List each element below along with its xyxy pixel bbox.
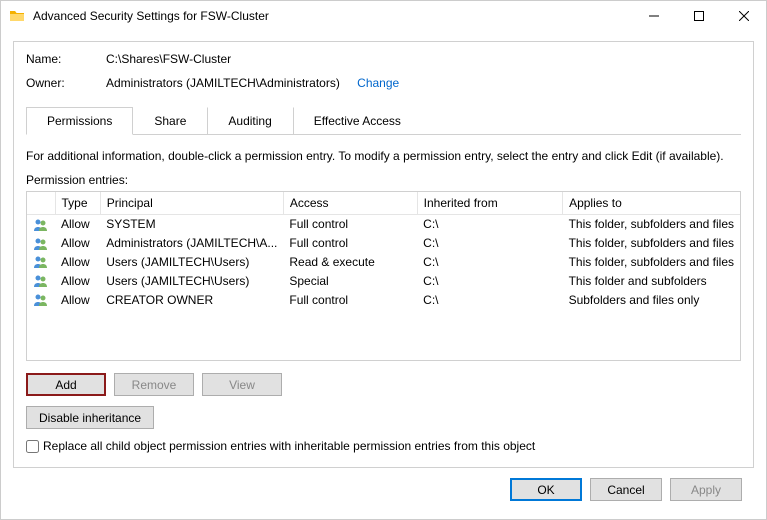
add-button[interactable]: Add xyxy=(26,373,106,396)
owner-value: Administrators (JAMILTECH\Administrators… xyxy=(106,76,741,90)
replace-checkbox-row[interactable]: Replace all child object permission entr… xyxy=(26,439,741,453)
owner-row: Owner: Administrators (JAMILTECH\Adminis… xyxy=(26,76,741,90)
cell-access: Full control xyxy=(283,234,417,253)
cell-access: Full control xyxy=(283,290,417,309)
table-row[interactable]: AllowUsers (JAMILTECH\Users)SpecialC:\Th… xyxy=(27,271,740,290)
cell-inherited: C:\ xyxy=(417,215,562,234)
users-icon xyxy=(27,253,55,272)
disable-inheritance-button[interactable]: Disable inheritance xyxy=(26,406,154,429)
cell-principal: SYSTEM xyxy=(100,215,283,234)
permission-entries-label: Permission entries: xyxy=(26,173,741,187)
cell-type: Allow xyxy=(55,290,100,309)
cell-principal: CREATOR OWNER xyxy=(100,290,283,309)
minimize-button[interactable] xyxy=(631,2,676,31)
entry-buttons: Add Remove View xyxy=(26,373,741,396)
name-row: Name: C:\Shares\FSW-Cluster xyxy=(26,52,741,66)
cell-inherited: C:\ xyxy=(417,290,562,309)
folder-icon xyxy=(9,8,25,24)
users-icon xyxy=(27,215,55,234)
cell-inherited: C:\ xyxy=(417,271,562,290)
replace-checkbox[interactable] xyxy=(26,440,39,453)
permission-entries-table[interactable]: Type Principal Access Inherited from App… xyxy=(26,191,741,361)
view-button: View xyxy=(202,373,282,396)
users-icon xyxy=(27,290,55,309)
cell-access: Read & execute xyxy=(283,253,417,272)
cell-access: Special xyxy=(283,271,417,290)
cell-inherited: C:\ xyxy=(417,234,562,253)
main-panel: Name: C:\Shares\FSW-Cluster Owner: Admin… xyxy=(13,41,754,468)
cell-principal: Users (JAMILTECH\Users) xyxy=(100,271,283,290)
cell-type: Allow xyxy=(55,215,100,234)
tab-effective-access[interactable]: Effective Access xyxy=(293,107,422,135)
col-icon[interactable] xyxy=(27,192,55,215)
cell-applies: This folder, subfolders and files xyxy=(563,215,740,234)
tabs: Permissions Share Auditing Effective Acc… xyxy=(26,106,741,135)
table-row[interactable]: AllowAdministrators (JAMILTECH\A...Full … xyxy=(27,234,740,253)
ok-button[interactable]: OK xyxy=(510,478,582,501)
maximize-button[interactable] xyxy=(676,2,721,31)
cell-type: Allow xyxy=(55,271,100,290)
disable-inheritance-row: Disable inheritance xyxy=(26,406,741,429)
tab-share[interactable]: Share xyxy=(133,107,207,135)
dialog-footer: OK Cancel Apply xyxy=(13,468,754,511)
dialog-window: Advanced Security Settings for FSW-Clust… xyxy=(0,0,767,520)
window-buttons xyxy=(631,2,766,31)
owner-label: Owner: xyxy=(26,76,106,90)
titlebar: Advanced Security Settings for FSW-Clust… xyxy=(1,1,766,31)
cell-applies: This folder, subfolders and files xyxy=(563,234,740,253)
table-row[interactable]: AllowSYSTEMFull controlC:\This folder, s… xyxy=(27,215,740,234)
apply-button: Apply xyxy=(670,478,742,501)
table-row[interactable]: AllowCREATOR OWNERFull controlC:\Subfold… xyxy=(27,290,740,309)
owner-text: Administrators (JAMILTECH\Administrators… xyxy=(106,76,340,90)
name-value: C:\Shares\FSW-Cluster xyxy=(106,52,741,66)
cell-type: Allow xyxy=(55,253,100,272)
cell-applies: Subfolders and files only xyxy=(563,290,740,309)
remove-button: Remove xyxy=(114,373,194,396)
name-label: Name: xyxy=(26,52,106,66)
change-owner-link[interactable]: Change xyxy=(357,76,399,90)
cell-principal: Users (JAMILTECH\Users) xyxy=(100,253,283,272)
window-title: Advanced Security Settings for FSW-Clust… xyxy=(33,9,631,23)
tab-permissions[interactable]: Permissions xyxy=(26,107,133,135)
cell-applies: This folder, subfolders and files xyxy=(563,253,740,272)
users-icon xyxy=(27,234,55,253)
cell-type: Allow xyxy=(55,234,100,253)
cancel-button[interactable]: Cancel xyxy=(590,478,662,501)
table-row[interactable]: AllowUsers (JAMILTECH\Users)Read & execu… xyxy=(27,253,740,272)
replace-checkbox-label: Replace all child object permission entr… xyxy=(43,439,535,453)
close-button[interactable] xyxy=(721,2,766,31)
col-applies[interactable]: Applies to xyxy=(563,192,740,215)
cell-inherited: C:\ xyxy=(417,253,562,272)
col-principal[interactable]: Principal xyxy=(100,192,283,215)
cell-principal: Administrators (JAMILTECH\A... xyxy=(100,234,283,253)
col-inherited[interactable]: Inherited from xyxy=(417,192,562,215)
col-type[interactable]: Type xyxy=(55,192,100,215)
cell-applies: This folder and subfolders xyxy=(563,271,740,290)
col-access[interactable]: Access xyxy=(283,192,417,215)
hint-text: For additional information, double-click… xyxy=(26,149,741,163)
cell-access: Full control xyxy=(283,215,417,234)
content-area: Name: C:\Shares\FSW-Cluster Owner: Admin… xyxy=(1,31,766,519)
tab-auditing[interactable]: Auditing xyxy=(207,107,292,135)
users-icon xyxy=(27,271,55,290)
